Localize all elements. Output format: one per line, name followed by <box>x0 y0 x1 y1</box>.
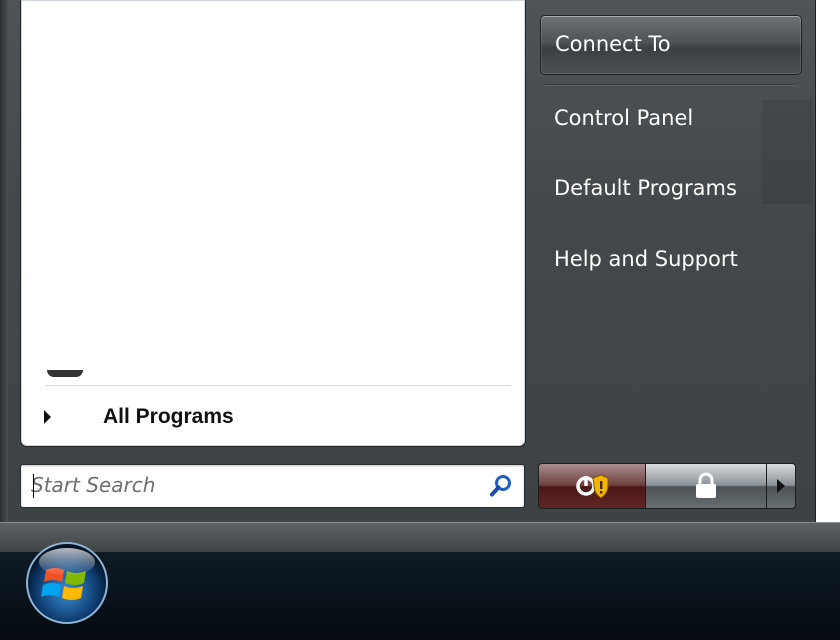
start-search-box[interactable] <box>20 464 525 508</box>
text-caret <box>33 474 34 498</box>
connect-to-label: Connect To <box>555 32 671 56</box>
taskbar <box>0 552 840 640</box>
help-and-support-item[interactable]: Help and Support <box>540 233 800 291</box>
programs-pane: All Programs <box>20 0 526 447</box>
power-shield-icon <box>576 474 609 499</box>
menu-frame-edge <box>0 0 8 522</box>
start-menu: All Programs Connect To Control Panel De… <box>0 0 816 522</box>
power-button-group <box>538 463 796 509</box>
connect-to-item[interactable]: Connect To <box>540 15 802 75</box>
all-programs-label: All Programs <box>103 405 234 428</box>
right-pane-separator <box>545 84 797 86</box>
default-programs-item[interactable]: Default Programs <box>540 162 800 220</box>
search-input[interactable] <box>31 469 471 501</box>
start-orb-button[interactable] <box>24 540 110 626</box>
default-programs-label: Default Programs <box>554 176 737 200</box>
magnifier-icon[interactable] <box>488 473 514 499</box>
help-and-support-label: Help and Support <box>554 247 738 271</box>
lock-button[interactable] <box>646 464 767 508</box>
control-panel-item[interactable]: Control Panel <box>540 92 800 150</box>
pinned-item-partial[interactable] <box>47 370 83 377</box>
programs-separator <box>45 385 511 386</box>
power-button[interactable] <box>539 464 646 508</box>
shutdown-options-button[interactable] <box>767 464 795 508</box>
all-programs-button[interactable]: All Programs <box>21 400 525 438</box>
control-panel-label: Control Panel <box>554 106 694 130</box>
lock-icon <box>696 472 716 498</box>
arrow-right-icon <box>777 479 785 493</box>
taskbar-upper-strip <box>0 522 840 553</box>
triangle-right-icon <box>44 410 51 424</box>
